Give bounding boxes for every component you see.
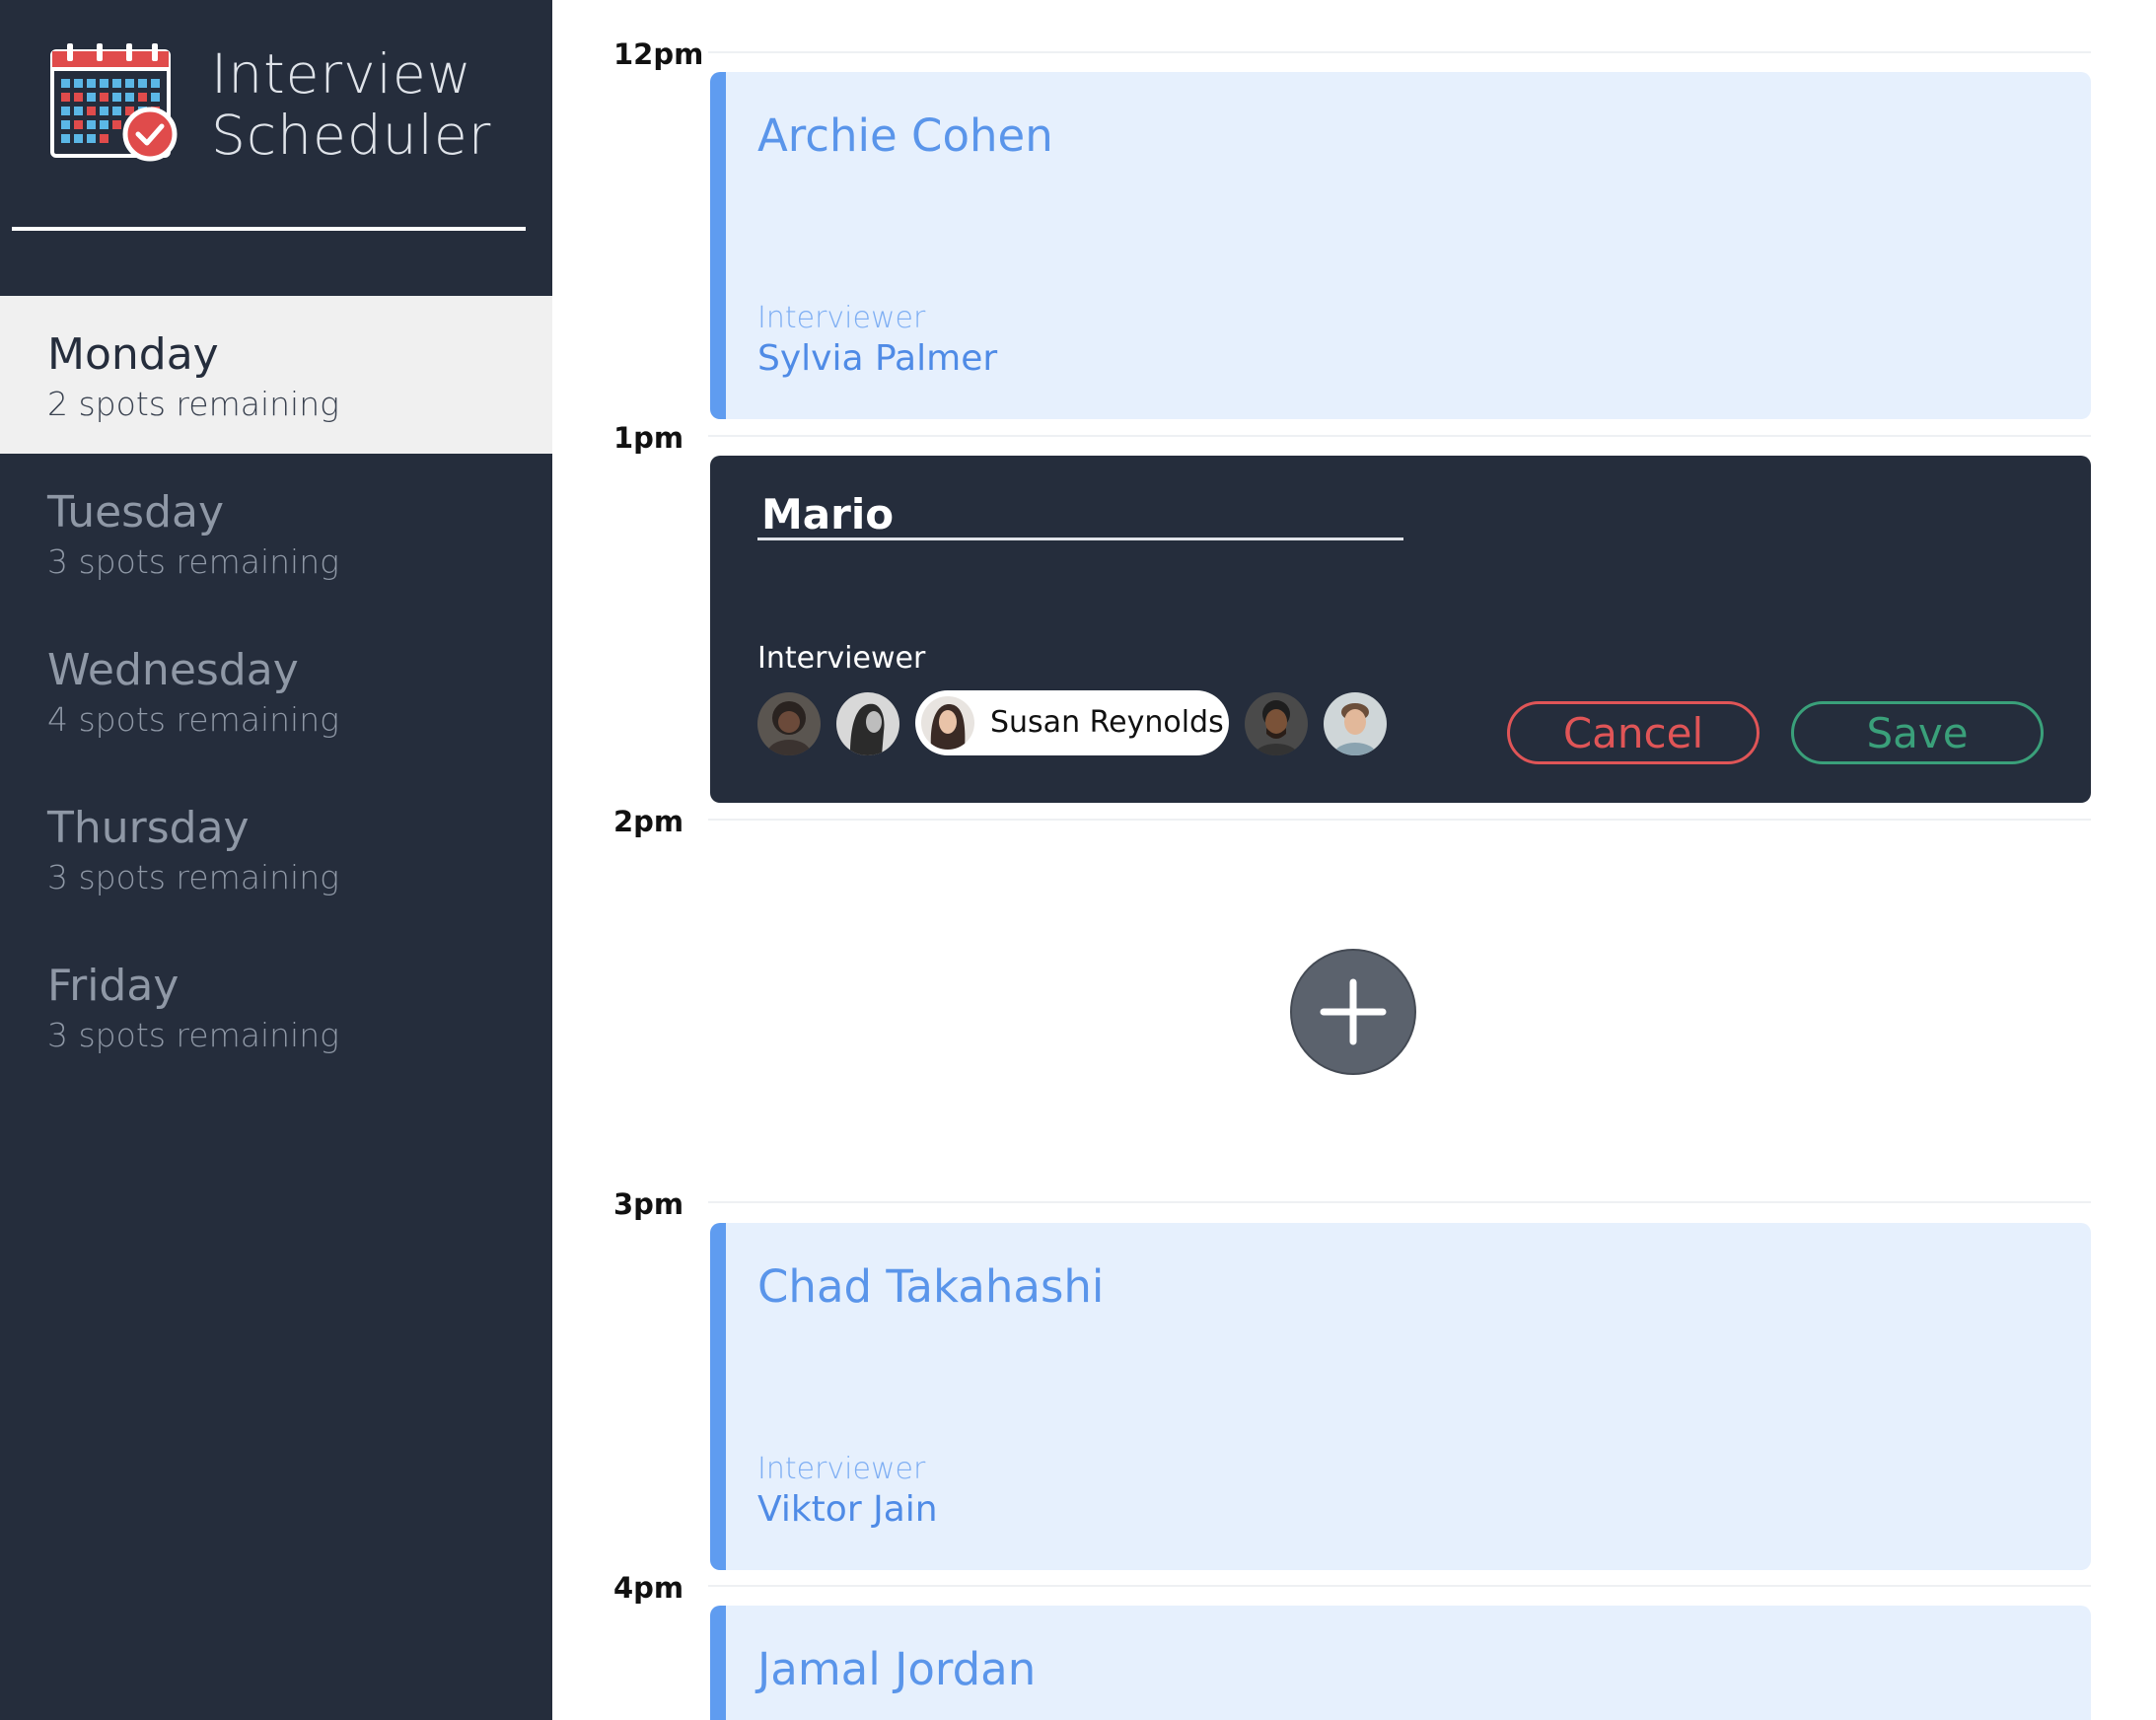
day-spots: 3 spots remaining — [47, 858, 339, 896]
hour-divider — [708, 819, 2091, 821]
interviewer-label: Interviewer — [757, 641, 926, 676]
selected-interviewer-name: Susan Reynolds — [990, 705, 1224, 740]
interviewer-avatar[interactable] — [1245, 692, 1308, 755]
hour-divider — [708, 1585, 2091, 1587]
cancel-button[interactable]: Cancel — [1507, 701, 1760, 764]
appointment-edit-form: Interviewer Susan Reynolds Cancel Save — [710, 456, 2091, 803]
save-button[interactable]: Save — [1791, 701, 2044, 764]
student-name: Archie Cohen — [757, 109, 1053, 162]
app-title-line2: Scheduler — [211, 104, 492, 167]
day-item-friday[interactable]: Friday 3 spots remaining — [0, 927, 552, 1085]
day-spots: 3 spots remaining — [47, 1016, 339, 1054]
day-spots: 3 spots remaining — [47, 542, 339, 581]
student-name: Chad Takahashi — [757, 1260, 1105, 1313]
hour-divider — [708, 435, 2091, 437]
interviewer-name: Sylvia Palmer — [757, 338, 998, 379]
day-name: Friday — [47, 961, 180, 1011]
time-label-4pm: 4pm — [613, 1571, 684, 1605]
time-label-3pm: 3pm — [613, 1187, 684, 1221]
interviewer-avatar[interactable] — [757, 692, 821, 755]
day-item-monday[interactable]: Monday 2 spots remaining — [0, 296, 552, 454]
app-title: Interview Scheduler — [211, 43, 491, 166]
sidebar: Interview Scheduler Monday 2 spots remai… — [0, 0, 552, 1720]
day-name: Wednesday — [47, 645, 299, 695]
interviewer-name: Viktor Jain — [757, 1489, 938, 1530]
appointment-card[interactable]: Jamal Jordan — [710, 1606, 2091, 1720]
time-label-12pm: 12pm — [613, 37, 704, 71]
hour-divider — [708, 51, 2091, 53]
student-name: Jamal Jordan — [757, 1643, 1037, 1695]
day-name: Thursday — [47, 803, 250, 853]
day-item-tuesday[interactable]: Tuesday 3 spots remaining — [0, 454, 552, 611]
hour-divider — [708, 1201, 2091, 1203]
appointment-card[interactable]: Archie Cohen Interviewer Sylvia Palmer — [710, 72, 2091, 419]
interviewer-label: Interviewer — [757, 301, 926, 335]
sidebar-divider — [12, 227, 526, 231]
appointment-card[interactable]: Chad Takahashi Interviewer Viktor Jain — [710, 1223, 2091, 1570]
interviewer-avatar — [921, 696, 974, 750]
add-appointment-button[interactable] — [1290, 949, 1416, 1075]
day-item-wednesday[interactable]: Wednesday 4 spots remaining — [0, 611, 552, 769]
interviewer-avatar[interactable] — [1324, 692, 1387, 755]
time-label-1pm: 1pm — [613, 421, 684, 455]
day-item-thursday[interactable]: Thursday 3 spots remaining — [0, 769, 552, 927]
interviewer-avatar[interactable] — [836, 692, 899, 755]
student-name-input[interactable] — [757, 491, 1403, 540]
plus-icon — [1320, 978, 1387, 1045]
interviewer-label: Interviewer — [757, 1452, 926, 1486]
day-spots: 2 spots remaining — [47, 385, 339, 423]
app-title-line1: Interview — [211, 42, 472, 106]
selected-interviewer-pill[interactable]: Susan Reynolds — [915, 690, 1229, 755]
day-name: Tuesday — [47, 487, 225, 538]
day-name: Monday — [47, 329, 219, 380]
calendar-check-icon — [49, 43, 178, 164]
time-label-2pm: 2pm — [613, 805, 684, 838]
day-spots: 4 spots remaining — [47, 700, 339, 739]
